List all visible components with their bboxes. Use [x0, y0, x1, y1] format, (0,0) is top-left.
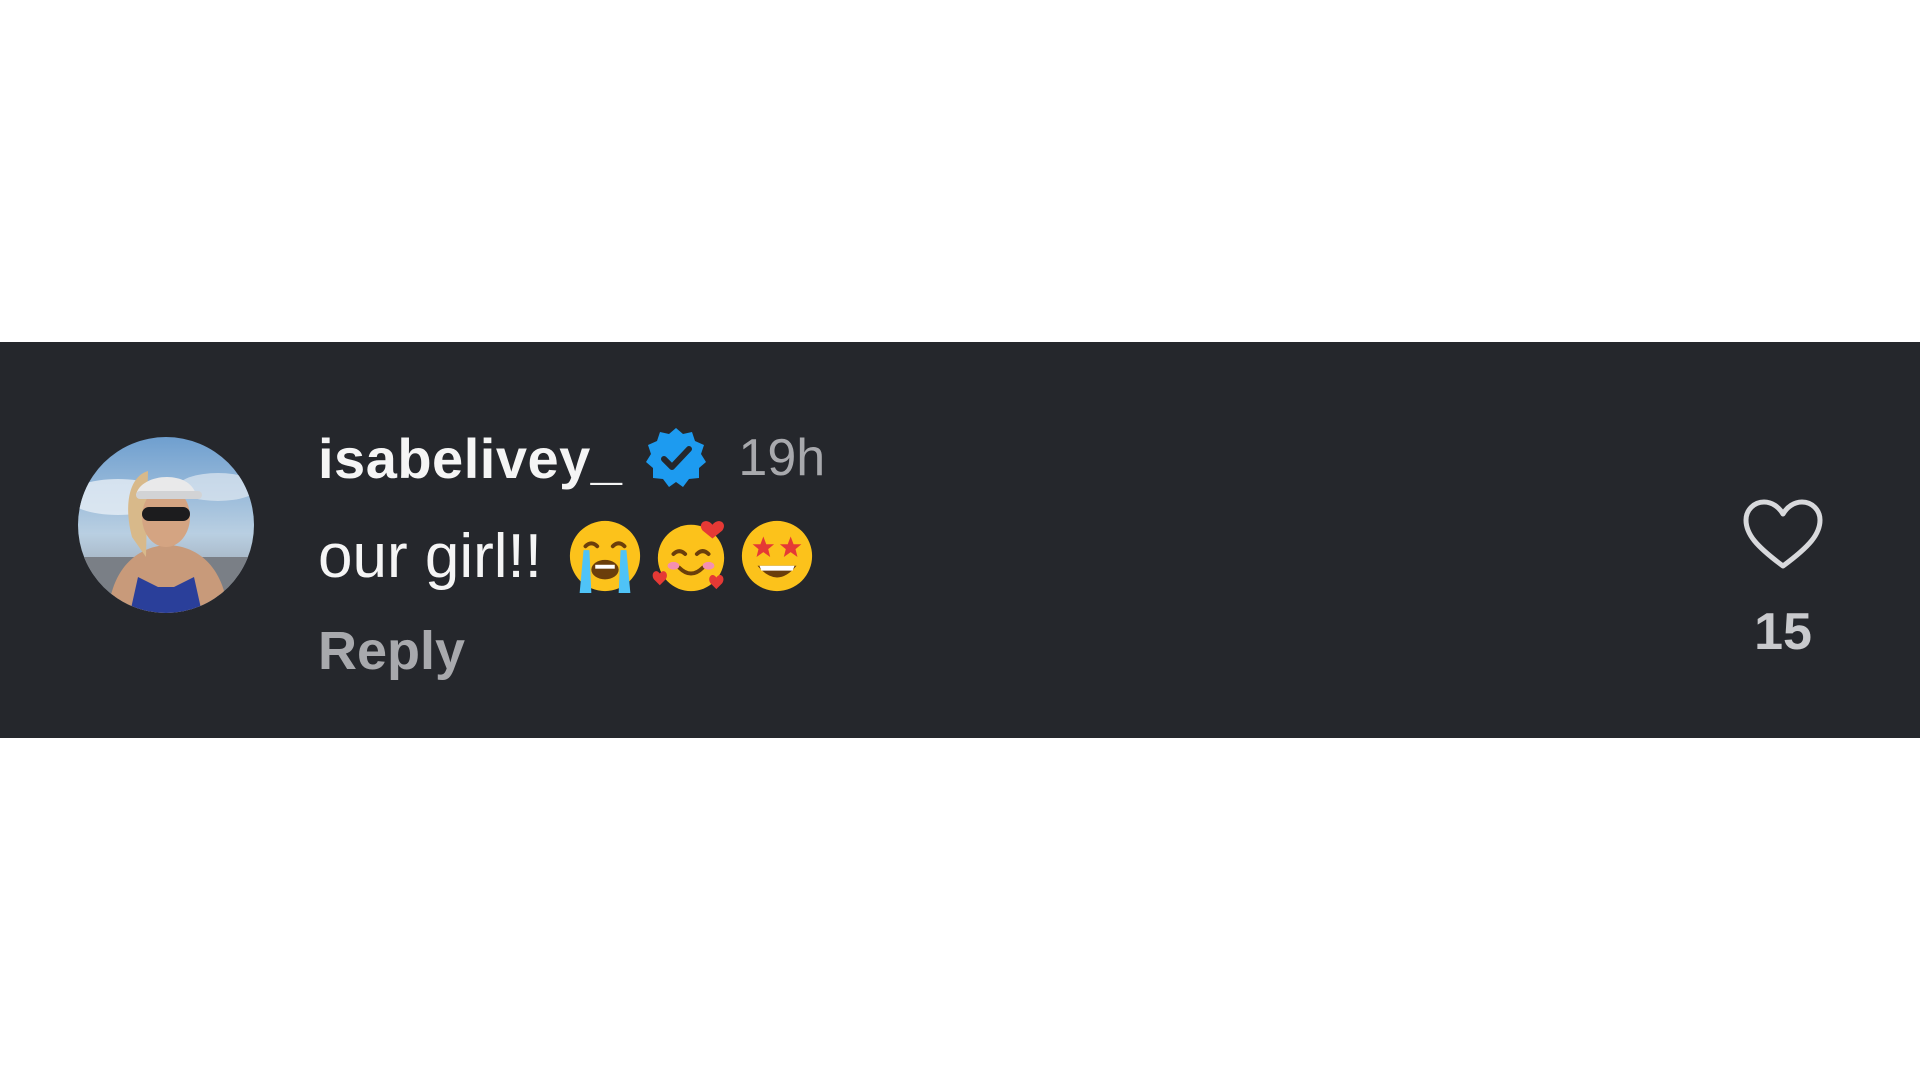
reply-button[interactable]: Reply	[318, 620, 825, 682]
comment-item: isabelivey_ 19h our girl!! Reply 15	[0, 342, 1920, 738]
star-struck-icon	[741, 520, 813, 592]
verified-badge-icon	[646, 428, 707, 487]
comment-text: our girl!!	[318, 521, 542, 591]
comment-content: our girl!!	[318, 514, 825, 598]
heart-outline-icon[interactable]	[1742, 498, 1824, 572]
timestamp: 19h	[738, 429, 826, 487]
avatar-photo	[78, 437, 254, 613]
like-count: 15	[1754, 603, 1812, 661]
like-group: 15	[1738, 498, 1828, 662]
smiling-face-with-hearts-icon	[652, 521, 725, 592]
username[interactable]: isabelivey_	[318, 426, 622, 491]
loudly-crying-face-icon	[569, 520, 641, 594]
page: isabelivey_ 19h our girl!! Reply 15	[0, 0, 1920, 1080]
avatar[interactable]	[78, 437, 254, 613]
comment-meta: isabelivey_ 19h	[318, 420, 825, 496]
comment-body: isabelivey_ 19h our girl!! Reply	[318, 420, 825, 682]
